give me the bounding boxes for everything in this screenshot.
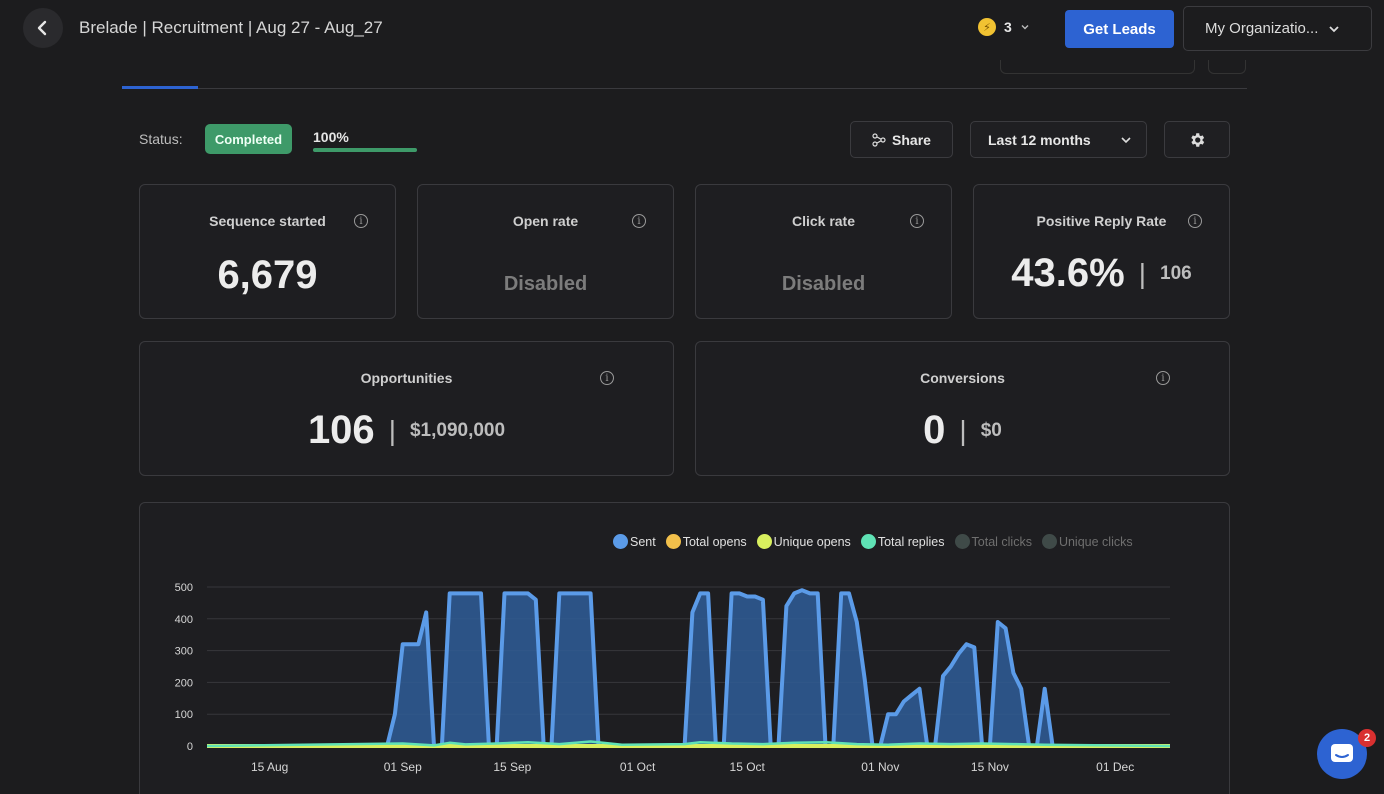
conversions-card: Conversions i 0 | $0: [695, 341, 1230, 476]
legend-label: Unique opens: [773, 534, 851, 549]
chevron-down-icon: [1121, 136, 1131, 143]
progress-bar: [313, 148, 417, 152]
legend-item[interactable]: Total replies: [860, 534, 945, 549]
legend-item[interactable]: Total opens: [665, 534, 747, 549]
info-icon[interactable]: i: [600, 371, 614, 385]
legend-label: Total replies: [877, 534, 945, 549]
legend-item[interactable]: Unique opens: [756, 534, 851, 549]
status-badge: Completed: [205, 124, 292, 154]
conversions-values: 0 | $0: [696, 408, 1229, 453]
legend-item[interactable]: Sent: [613, 534, 656, 549]
share-icon: [872, 132, 886, 147]
sequence-started-card: Sequence started i 6,679: [139, 184, 396, 319]
legend-dot-icon: [613, 534, 628, 549]
legend-label: Total opens: [682, 534, 747, 549]
partial-control: [1208, 60, 1246, 74]
value-separator: |: [959, 414, 967, 446]
notification-badge: 2: [1358, 729, 1376, 747]
chevron-down-icon: [1329, 25, 1340, 32]
legend-label: Total clicks: [971, 534, 1032, 549]
organization-name: My Organizatio...: [1205, 20, 1319, 37]
card-label: Opportunities: [360, 370, 453, 386]
chart-legend: Sent Total opens Unique opens Total replies…: [613, 534, 1133, 549]
open-rate-card: Open rate i Disabled: [417, 184, 674, 319]
date-range-label: Last 12 months: [988, 131, 1091, 148]
settings-button[interactable]: [1164, 121, 1230, 158]
chevron-down-icon: [1021, 25, 1029, 30]
credits-dropdown[interactable]: ⚡ 3: [978, 18, 1030, 36]
top-bar: Brelade | Recruitment | Aug 27 - Aug_27 …: [0, 0, 1384, 58]
partial-control: [1000, 60, 1195, 74]
tab-divider: [122, 88, 1247, 89]
chat-icon: [1331, 744, 1353, 762]
card-label: Conversions: [920, 370, 1005, 386]
conversions-value: 0: [923, 408, 946, 452]
sequence-started-value: 6,679: [217, 253, 318, 297]
open-rate-value: Disabled: [503, 273, 588, 295]
positive-reply-rate-card: Positive Reply Rate i 43.6% | 106: [973, 184, 1230, 319]
progress-text: 100%: [313, 129, 349, 145]
opportunities-amount: $1,090,000: [409, 419, 506, 441]
credits-count: 3: [1004, 19, 1012, 35]
tab-active-indicator: [122, 86, 198, 89]
legend-item[interactable]: Total clicks: [954, 534, 1032, 549]
back-button[interactable]: [23, 8, 63, 48]
info-icon[interactable]: i: [910, 214, 924, 228]
click-rate-card: Click rate i Disabled: [695, 184, 952, 319]
opportunities-value: 106: [307, 408, 375, 452]
progress-fill: [313, 148, 417, 152]
info-icon[interactable]: i: [632, 214, 646, 228]
legend-label: Sent: [630, 534, 656, 549]
legend-dot-icon: [860, 534, 876, 549]
info-icon[interactable]: i: [1188, 214, 1202, 228]
campaign-title: Brelade | Recruitment | Aug 27 - Aug_27: [79, 18, 383, 37]
info-icon[interactable]: i: [354, 214, 368, 228]
reply-rate-values: 43.6% | 106: [974, 251, 1229, 296]
chevron-left-icon: [37, 20, 47, 36]
status-label: Status:: [139, 131, 183, 147]
legend-item[interactable]: Unique clicks: [1041, 534, 1133, 549]
click-rate-value: Disabled: [781, 273, 866, 295]
legend-label: Unique clicks: [1058, 534, 1133, 549]
value-separator: |: [1138, 257, 1146, 289]
conversions-amount: $0: [980, 419, 1002, 441]
share-button[interactable]: Share: [850, 121, 953, 158]
legend-dot-icon: [756, 534, 772, 549]
legend-dot-icon: [954, 534, 970, 549]
get-leads-button[interactable]: Get Leads: [1065, 10, 1174, 48]
gear-icon: [1191, 132, 1205, 147]
organization-dropdown[interactable]: My Organizatio...: [1183, 6, 1372, 51]
value-separator: |: [388, 414, 396, 446]
date-range-dropdown[interactable]: Last 12 months: [970, 121, 1147, 158]
opportunities-card: Opportunities i 106 | $1,090,000: [139, 341, 674, 476]
opportunities-values: 106 | $1,090,000: [140, 408, 673, 453]
info-icon[interactable]: i: [1156, 371, 1170, 385]
legend-dot-icon: [1041, 534, 1057, 549]
reply-count: 106: [1160, 262, 1192, 284]
reply-rate-value: 43.6%: [1011, 251, 1125, 295]
share-label: Share: [892, 131, 931, 148]
legend-dot-icon: [665, 534, 681, 549]
lightning-coin-icon: ⚡: [978, 18, 996, 36]
